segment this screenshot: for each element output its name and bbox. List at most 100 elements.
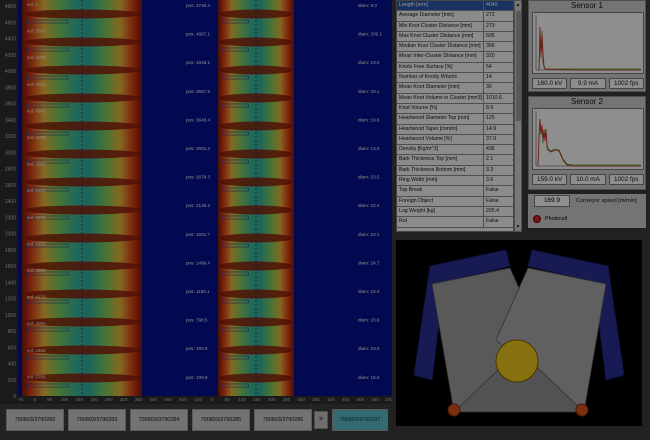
y-tick-label: 3000 <box>5 150 16 156</box>
property-label: Heartwood Diameter Top [mm] <box>397 114 484 124</box>
diameter-label: diam: 19.8 <box>358 117 380 122</box>
photocell-label: Photocell <box>545 216 568 222</box>
table-row[interactable]: Heartwood Volume [%] 37.9 <box>397 134 513 146</box>
table-row[interactable]: Top Break False <box>397 186 513 197</box>
table-row[interactable]: Number of Knotty Whorls 14 <box>397 73 513 84</box>
position-label: pos: 109.9 <box>186 375 208 380</box>
diameter-label: diam: 23.5 <box>358 175 380 180</box>
x-tick-label: 450 <box>342 397 350 402</box>
property-label: Log Weight [kg] <box>397 206 484 217</box>
property-value: False <box>486 197 499 204</box>
table-row[interactable]: Bark Thickness Bottom [mm] 3.3 <box>397 165 513 177</box>
table-row[interactable]: Knots Free Surface [%] 54 <box>397 62 513 74</box>
table-row[interactable]: Max Knot Cluster Distance [mm] 605 <box>397 31 513 43</box>
table-row[interactable]: Heartwood Diameter Top [mm] 125 <box>397 114 513 125</box>
x-tick-label: 100 <box>61 397 69 402</box>
property-label: Bark Thickness Bottom [mm] <box>397 165 484 176</box>
y-tick-label: 4200 <box>5 53 16 59</box>
table-row[interactable]: Mean Knot Diameter [mm] 30 <box>397 83 513 94</box>
volume-label: vol: 4200 <box>27 135 46 140</box>
y-tick-label: 1600 <box>5 264 16 270</box>
property-value: 1010.6 <box>486 94 502 101</box>
table-row[interactable]: Ring Width [mm] 3.6 <box>397 176 513 187</box>
diameter-label: diam: 19.0 <box>358 60 380 65</box>
property-label: Foreign Object <box>397 196 484 206</box>
tab-log-1[interactable]: 790803/3790283 <box>68 409 126 431</box>
sensor-2-title: Sensor 2 <box>570 97 604 106</box>
position-label: pos: 3667.5 <box>186 89 210 94</box>
y-tick-label: 1400 <box>5 280 16 286</box>
y-tick-label: 800 <box>8 329 17 335</box>
property-label: Rot <box>397 217 484 227</box>
table-row[interactable]: Length [mm] 4040 <box>397 1 513 12</box>
scrollbar-thumb[interactable] <box>516 11 521 121</box>
position-label: pos: 2678.3 <box>186 175 210 180</box>
log-scan-image[interactable]: 4800460044004200400038003600340032003000… <box>0 0 392 404</box>
scanner-application-window: 4800 4600 4400 4200 4000 3800 3600 3400 3200 3000… <box>0 0 650 440</box>
property-value: 273 <box>486 22 495 29</box>
sensor-2-current: 10.0 mA <box>570 174 606 185</box>
x-tick-label: 0 <box>34 397 37 402</box>
y-tick-label: 2600 <box>5 183 16 189</box>
scroll-up-arrow-icon[interactable]: ▲ <box>515 1 521 9</box>
property-value: False <box>486 218 499 225</box>
position-label: pos: 4687.1 <box>186 32 210 37</box>
table-row[interactable]: Mean Knot Volume in Cluster [mm3] 1010.6 <box>397 93 513 104</box>
property-label: Number of Knotty Whorls <box>397 73 484 83</box>
y-tick-label: 4800 <box>5 4 16 10</box>
position-label: pos: 3648.4 <box>186 117 210 122</box>
table-row[interactable]: Foreign Object False <box>397 196 513 207</box>
right-xray-source-icon <box>575 403 589 417</box>
table-row[interactable]: Mean Inter-Cluster Distance [mm] 320 <box>397 52 513 63</box>
tab-log-2[interactable]: 790803/3790284 <box>130 409 188 431</box>
y-tick-label: 3400 <box>5 118 16 124</box>
x-tick-label: 150 <box>75 397 83 402</box>
x-tick-label: 500 <box>179 397 187 402</box>
table-row[interactable]: Log Weight [kg] 205.4 <box>397 206 513 218</box>
table-row[interactable]: Bark Thickness Top [mm] 2.1 <box>397 155 513 166</box>
tab-log-3[interactable]: 790803/3790285 <box>192 409 250 431</box>
table-row[interactable]: Density [Kg/m^3] 436 <box>397 145 513 156</box>
table-scrollbar[interactable]: ▲ ▼ <box>514 0 522 232</box>
x-tick-label: 450 <box>164 397 172 402</box>
tab-log-5[interactable]: 790803/3790287 <box>332 409 388 431</box>
scroll-down-arrow-icon[interactable]: ▼ <box>515 223 521 231</box>
tab-log-0[interactable]: 790803/3790282 <box>6 409 64 431</box>
conveyor-panel: 169.9 Conveyor speed [m/min] Photocell <box>528 194 646 228</box>
volume-label: vol: 4170 <box>27 295 46 300</box>
table-row[interactable]: Heartwood Taper [mm/m] 14.9 <box>397 124 513 135</box>
volume-label: vol: 3310 <box>27 188 46 193</box>
tab-scroll-right-button[interactable]: > <box>314 411 328 429</box>
volume-label: vol: 4450 <box>27 348 46 353</box>
diameter-label: diam: 24.7 <box>358 260 380 265</box>
x-tick-label: 1000 <box>385 397 392 402</box>
position-label: pos: 2501.4 <box>186 146 210 151</box>
y-tick-label: 1800 <box>5 248 16 254</box>
property-value: False <box>486 187 499 194</box>
table-row[interactable]: Rot False <box>397 217 513 228</box>
property-value: 320 <box>486 53 495 60</box>
table-row[interactable]: Knot Volume [%] 8.9 <box>397 103 513 115</box>
position-label: pos: 4048.1 <box>186 60 210 65</box>
property-value: 356 <box>486 43 495 50</box>
position-label: pos: 1499.4 <box>186 260 210 265</box>
conveyor-speed-label: Conveyor speed [m/min] <box>576 198 637 204</box>
property-label: Mean Knot Volume in Cluster [mm3] <box>397 93 484 103</box>
position-label: pos: 798.5 <box>186 318 208 323</box>
conveyor-speed-value: 169.9 <box>534 195 570 207</box>
volume-label: vol: 4000 <box>27 321 46 326</box>
sensor-1-plot <box>532 12 644 74</box>
diameter-label: diam: 22.4 <box>358 203 380 208</box>
volume-label: vol: 4100 <box>27 241 46 246</box>
x-tick-label: 550 <box>371 397 379 402</box>
volume-label: vol: 3500 <box>27 29 46 34</box>
tab-log-4[interactable]: 790803/3790286 <box>254 409 312 431</box>
diameter-label: diam: 15.0 <box>358 375 380 380</box>
x-tick-label: 200 <box>268 397 276 402</box>
x-tick-label: 400 <box>149 397 157 402</box>
table-row[interactable]: Median Knot Cluster Distance [mm] 356 <box>397 42 513 53</box>
property-value: 14.9 <box>486 125 497 132</box>
diameter-label: diam: 13.8 <box>358 146 380 151</box>
table-row[interactable]: Average Diameter [mm] 272 <box>397 11 513 22</box>
table-row[interactable]: Min Knot Cluster Distance [mm] 273 <box>397 21 513 32</box>
